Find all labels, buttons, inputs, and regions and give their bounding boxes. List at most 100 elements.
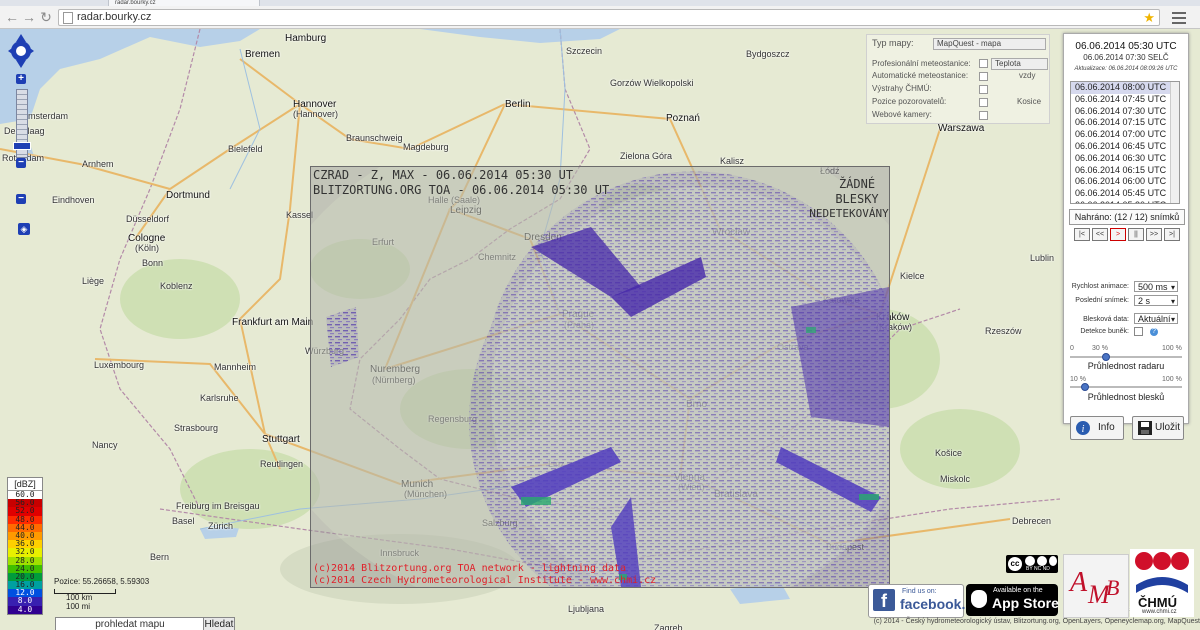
cc-icon: cc: [1008, 557, 1022, 571]
nc-icon: [1037, 556, 1047, 566]
place-label: Karlsruhe: [200, 393, 239, 403]
chmu-logo[interactable]: ČHMÚ www.chmi.cz: [1130, 549, 1194, 617]
frame-list-item[interactable]: 06.06.2014 06:30 UTC: [1071, 153, 1179, 165]
speed-label: Rychlost animace:: [1071, 283, 1129, 290]
back-icon[interactable]: ←: [4, 8, 20, 26]
first-frame-button[interactable]: |<: [1074, 228, 1090, 241]
frame-list-item[interactable]: 06.06.2014 06:00 UTC: [1071, 176, 1179, 188]
temperature-select[interactable]: Teplota: [991, 58, 1048, 70]
place-label: Košice: [935, 448, 963, 458]
frame-list-item[interactable]: 06.06.2014 06:15 UTC: [1071, 165, 1179, 177]
radar-info-line1: CZRAD - Z, MAX - 06.06.2014 05:30 UT: [313, 168, 574, 182]
place-label: Bern: [150, 552, 170, 562]
last-frame-select[interactable]: 2 s: [1134, 295, 1178, 307]
forward-icon[interactable]: →: [21, 8, 37, 26]
place-label: Kassel: [286, 210, 314, 220]
browser-toolbar: ← → ↻ radar.bourky.cz ★: [0, 6, 1200, 29]
lightning-data-select[interactable]: Aktuální: [1134, 313, 1178, 325]
map-type-select[interactable]: MapQuest - mapa: [933, 38, 1046, 50]
place-label: Zürich: [208, 521, 234, 531]
frame-list-item[interactable]: 06.06.2014 06:45 UTC: [1071, 141, 1179, 153]
frame-list-scrollbar[interactable]: [1170, 82, 1179, 203]
scale-label-mi: 100 mi: [66, 602, 91, 611]
facebook-text: facebook.: [900, 596, 966, 612]
help-icon[interactable]: ?: [1150, 328, 1158, 336]
star-icon[interactable]: ★: [1143, 10, 1155, 25]
save-button[interactable]: Uložit: [1132, 416, 1184, 440]
pause-button[interactable]: ||: [1128, 228, 1144, 241]
chmu-name: ČHMÚ: [1138, 595, 1177, 610]
place-label: Bydgoszcz: [746, 49, 790, 59]
lightning-opacity-knob[interactable]: [1080, 383, 1089, 391]
layer-checkbox-4[interactable]: [979, 98, 988, 107]
address-bar[interactable]: radar.bourky.cz ★: [58, 9, 1160, 26]
scale-label-km: 100 km: [66, 593, 93, 602]
lightning-opacity-slider[interactable]: [1070, 383, 1182, 391]
last-frame-button[interactable]: >|: [1164, 228, 1180, 241]
place-label: Frankfurt am Main: [232, 317, 314, 328]
app-store-text: App Store: [992, 595, 1059, 611]
layer-checkbox-5[interactable]: [979, 111, 988, 120]
mouse-position: Pozice: 55.26658, 5.59303: [54, 577, 150, 586]
url-text: radar.bourky.cz: [77, 11, 152, 23]
place-label: Stuttgart: [262, 434, 300, 445]
browser-menu-icon[interactable]: [1166, 9, 1192, 25]
speed-select[interactable]: 500 ms: [1134, 281, 1178, 293]
page-icon: [63, 12, 73, 24]
prev-frame-button[interactable]: <<: [1092, 228, 1108, 241]
current-time-utc: 06.06.2014 05:30 UTC: [1075, 41, 1177, 52]
frame-list-item[interactable]: 06.06.2014 07:00 UTC: [1071, 129, 1179, 141]
layer-checkbox-1[interactable]: [979, 59, 988, 68]
lightning-opacity-value: 10 %: [1070, 376, 1086, 383]
lightning-opacity-max: 100 %: [1162, 376, 1182, 383]
radar-opacity-slider[interactable]: [1070, 353, 1182, 361]
frame-list-item[interactable]: 06.06.2014 07:15 UTC: [1071, 117, 1179, 129]
place-label: Berlin: [505, 99, 531, 110]
layer-row-2: Automatické meteostanice:: [872, 71, 969, 80]
current-time-local: 06.06.2014 07:30 SELČ: [1083, 53, 1169, 62]
loaded-status: Nahráno: (12 / 12) snímků: [1069, 209, 1185, 225]
reload-icon[interactable]: ↻: [38, 8, 54, 26]
facebook-icon: f: [873, 589, 895, 611]
search-input[interactable]: prohledat mapu: [55, 617, 205, 630]
search-button[interactable]: Hledat: [203, 617, 235, 630]
zoom-slider-handle[interactable]: [13, 142, 31, 150]
credit-chmi: (c)2014 Czech Hydrometeorological Instit…: [313, 575, 657, 586]
place-label: Bonn: [142, 258, 164, 268]
frame-list-item[interactable]: 06.06.2014 05:30 UTC: [1071, 200, 1179, 203]
place-label: Kielce: [900, 271, 925, 281]
layer-sub-label-2: Kosice: [1017, 97, 1042, 106]
layers-icon[interactable]: ◈: [18, 223, 30, 235]
place-label: Eindhoven: [52, 195, 95, 205]
creative-commons-badge[interactable]: cc BY NC ND: [1006, 555, 1058, 573]
frame-list-item[interactable]: 06.06.2014 05:45 UTC: [1071, 188, 1179, 200]
info-button[interactable]: i Info: [1070, 416, 1124, 440]
app-store-badge[interactable]: Available on the App Store: [966, 584, 1059, 616]
floppy-icon: [1138, 421, 1152, 435]
amb-logo[interactable]: A M B: [1063, 554, 1129, 618]
facebook-badge[interactable]: f Find us on: facebook.: [868, 584, 966, 618]
frame-list-item[interactable]: 06.06.2014 07:45 UTC: [1071, 94, 1179, 106]
frame-list[interactable]: 06.06.2014 08:00 UTC 06.06.2014 07:45 UTC…: [1070, 81, 1180, 204]
frame-list-item[interactable]: 06.06.2014 08:00 UTC: [1071, 82, 1179, 94]
place-label: Warszawa: [938, 123, 985, 134]
map-layer-box: Typ mapy: MapQuest - mapa Profesionální …: [866, 34, 1050, 124]
next-frame-button[interactable]: >>: [1146, 228, 1162, 241]
zoom-out-button[interactable]: −: [16, 158, 26, 168]
play-button[interactable]: >: [1110, 228, 1126, 241]
place-label: Nancy: [92, 440, 118, 450]
frame-list-item[interactable]: 06.06.2014 07:30 UTC: [1071, 106, 1179, 118]
nd-icon: [1049, 556, 1057, 566]
map-viewport[interactable]: Bremen Hamburg Szczecin Gorzów Wielkopolski…: [0, 29, 1200, 630]
by-icon: [1025, 556, 1035, 566]
zoom-in-button[interactable]: +: [16, 74, 26, 84]
radar-opacity-knob[interactable]: [1101, 353, 1110, 361]
zoom-minus-icon[interactable]: −: [16, 194, 26, 204]
radar-overlay: CZRAD - Z, MAX - 06.06.2014 05:30 UT BLI…: [310, 166, 890, 588]
layer-checkbox-3[interactable]: [979, 85, 988, 94]
place-label: Hamburg: [285, 33, 327, 44]
cell-detection-checkbox[interactable]: [1134, 327, 1143, 336]
place-label: Luxembourg: [94, 360, 145, 370]
layer-checkbox-2[interactable]: [979, 72, 988, 81]
pan-control[interactable]: [8, 34, 34, 68]
